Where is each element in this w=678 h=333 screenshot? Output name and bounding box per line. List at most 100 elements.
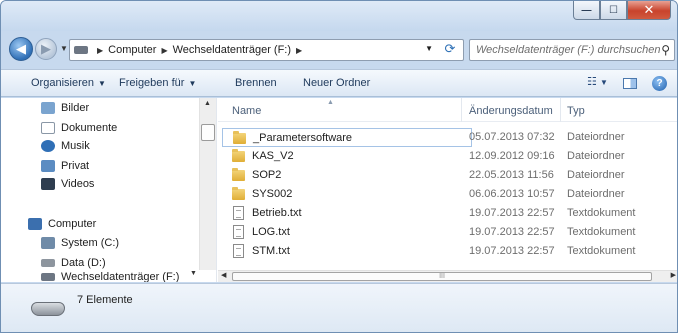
file-type: Dateiordner [567, 131, 625, 143]
file-name: STM.txt [252, 245, 290, 257]
file-name: SYS002 [252, 188, 293, 200]
nav-vertical-scrollbar[interactable]: ▲ [199, 98, 216, 270]
file-name: _Parametersoftware [253, 132, 353, 144]
file-type: Dateiordner [567, 188, 625, 200]
scroll-up-icon[interactable]: ▲ [204, 100, 211, 107]
close-button[interactable]: ✕ [627, 1, 671, 20]
nav-item-data-d[interactable]: Data (D:) [41, 255, 106, 271]
scroll-left-icon[interactable]: ◀ [221, 271, 226, 279]
nav-item-videos[interactable]: Videos [41, 176, 94, 192]
nav-item-label: Privat [61, 160, 90, 172]
address-dropdown-icon[interactable]: ▼ [425, 44, 433, 53]
content-area: Bilder Dokumente Musik Privat Videos Com… [1, 98, 677, 282]
file-list: ▲ Name Änderungsdatum Typ _Parametersoft… [218, 98, 677, 282]
file-row[interactable]: SOP2 22.05.2013 11:56 Dateiordner [218, 166, 677, 185]
item-count: 7 Elemente [77, 294, 133, 306]
folder-icon [232, 168, 245, 181]
share-button[interactable]: Freigeben für ▼ [119, 77, 196, 89]
scroll-grip: III [439, 273, 445, 280]
back-arrow-icon: ◀ [16, 41, 26, 56]
removable-drive-icon [41, 272, 55, 281]
nav-item-label: Musik [61, 140, 90, 152]
file-row[interactable]: KAS_V2 12.09.2012 09:16 Dateiordner [218, 147, 677, 166]
nav-item-label: Bilder [61, 102, 90, 114]
title-bar: — ☐ ✕ [1, 1, 677, 31]
library-icon [41, 160, 55, 172]
file-date: 22.05.2013 11:56 [469, 169, 554, 181]
maximize-button[interactable]: ☐ [600, 1, 627, 20]
file-row[interactable]: Betrieb.txt 19.07.2013 22:57 Textdokumen… [218, 204, 677, 223]
forward-arrow-icon: ▶ [41, 41, 51, 56]
file-row[interactable]: SYS002 06.06.2013 10:57 Dateiordner [218, 185, 677, 204]
column-header-row: ▲ Name Änderungsdatum Typ [218, 98, 677, 122]
preview-pane-icon[interactable] [623, 78, 637, 89]
scroll-thumb[interactable]: III [232, 272, 652, 281]
text-file-icon [233, 225, 244, 239]
help-icon[interactable]: ? [652, 76, 667, 91]
search-input[interactable]: Wechseldatenträger (F:) durchsuchen ⚲ [469, 39, 675, 61]
column-header-date[interactable]: Änderungsdatum [469, 105, 553, 117]
documents-icon [41, 122, 55, 134]
drive-icon [74, 46, 88, 54]
chevron-down-icon: ▼ [188, 79, 197, 88]
chevron-down-icon: ▼ [97, 79, 106, 88]
file-row[interactable]: LOG.txt 19.07.2013 22:57 Textdokument [218, 223, 677, 242]
scroll-down-icon[interactable]: ▼ [190, 270, 197, 277]
command-bar: Organisieren ▼ Freigeben für ▼ Brennen Neu… [1, 69, 677, 97]
refresh-icon[interactable]: ⟳ [439, 41, 461, 59]
videos-icon [41, 178, 55, 190]
column-divider[interactable] [461, 98, 462, 122]
back-button[interactable]: ◀ [9, 37, 33, 61]
column-divider[interactable] [560, 98, 561, 122]
details-pane: 7 Elemente [1, 283, 677, 332]
file-horizontal-scrollbar[interactable]: ◀ III ▶ [218, 270, 677, 282]
scroll-thumb[interactable] [201, 124, 215, 141]
column-header-name[interactable]: Name [232, 105, 261, 117]
scroll-right-icon[interactable]: ▶ [671, 271, 676, 279]
breadcrumb-separator-icon[interactable]: ▶ [161, 46, 167, 55]
nav-item-system-c[interactable]: System (C:) [41, 235, 119, 251]
burn-button[interactable]: Brennen [235, 77, 277, 89]
breadcrumb-separator-icon[interactable]: ▶ [97, 46, 103, 55]
breadcrumb-drive[interactable]: Wechseldatenträger (F:) [173, 44, 291, 56]
file-name: Betrieb.txt [252, 207, 302, 219]
file-type: Dateiordner [567, 150, 625, 162]
nav-item-musik[interactable]: Musik [41, 138, 90, 154]
file-date: 19.07.2013 22:57 [469, 207, 555, 219]
file-name: LOG.txt [252, 226, 290, 238]
nav-item-dokumente[interactable]: Dokumente [41, 120, 117, 136]
nav-item-privat[interactable]: Privat [41, 158, 89, 174]
file-row[interactable]: _Parametersoftware [222, 128, 472, 147]
search-placeholder: Wechseldatenträger (F:) durchsuchen [476, 44, 661, 56]
nav-item-label: Videos [61, 178, 95, 190]
drive-d-icon [41, 259, 55, 267]
nav-item-label: Data (D:) [61, 257, 106, 269]
views-button[interactable]: ☷ ▼ [587, 75, 608, 91]
nav-item-removable-f[interactable]: Wechseldatenträger (F:) [41, 271, 179, 282]
nav-item-label: Dokumente [61, 122, 118, 134]
file-date: 19.07.2013 22:57 [469, 226, 555, 238]
nav-item-label: System (C:) [61, 237, 120, 249]
music-icon [41, 140, 55, 152]
recent-pages-dropdown-icon[interactable]: ▼ [60, 44, 68, 53]
column-header-type[interactable]: Typ [567, 105, 585, 117]
window-controls: — ☐ ✕ [573, 1, 671, 20]
folder-icon [232, 187, 245, 200]
file-name: KAS_V2 [252, 150, 294, 162]
folder-icon [233, 131, 246, 144]
address-bar[interactable]: ▶ Computer ▶ Wechseldatenträger (F:) ▶ ▼… [69, 39, 464, 61]
organize-button[interactable]: Organisieren ▼ [31, 77, 106, 89]
folder-icon [232, 149, 245, 162]
nav-item-bilder[interactable]: Bilder [41, 100, 89, 116]
breadcrumb-separator-icon[interactable]: ▶ [296, 46, 302, 55]
file-date: 06.06.2013 10:57 [469, 188, 555, 200]
breadcrumb-computer[interactable]: Computer [108, 44, 156, 56]
minimize-button[interactable]: — [573, 1, 600, 20]
file-type: Textdokument [567, 226, 636, 238]
forward-button[interactable]: ▶ [35, 38, 57, 60]
file-row[interactable]: STM.txt 19.07.2013 22:57 Textdokument [218, 242, 677, 261]
drive-c-icon [41, 237, 55, 249]
search-icon[interactable]: ⚲ [661, 43, 670, 57]
nav-item-computer[interactable]: Computer [28, 216, 96, 232]
new-folder-button[interactable]: Neuer Ordner [303, 77, 370, 89]
